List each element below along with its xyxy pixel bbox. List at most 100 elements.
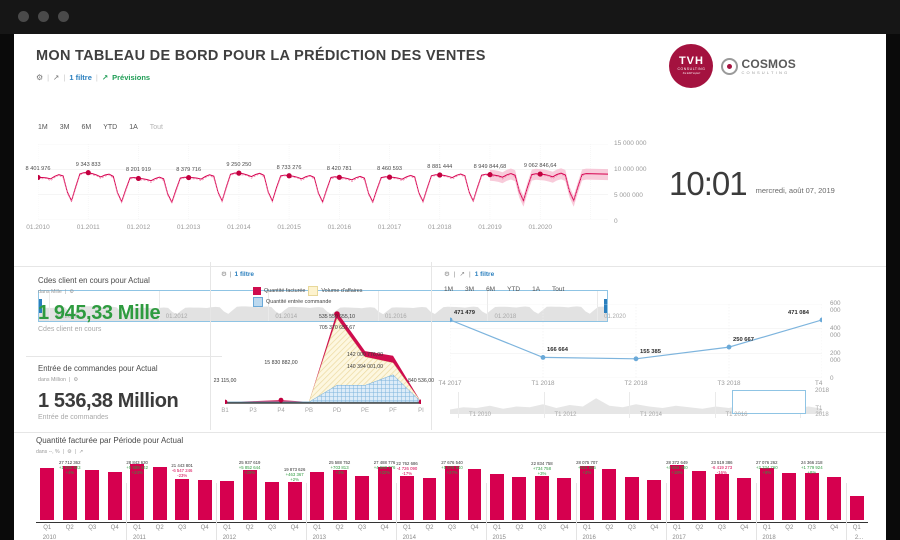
- bar[interactable]: [422, 477, 437, 520]
- forecast-y-tick: 15 000 000: [614, 140, 647, 147]
- bar[interactable]: [624, 477, 639, 520]
- bar[interactable]: [242, 469, 257, 520]
- bar[interactable]: [602, 469, 617, 520]
- filter-link[interactable]: 1 filtre: [69, 73, 92, 82]
- kpi-card-orders: Cdes client en cours pour Actual dans Mi…: [38, 276, 234, 333]
- area-x-tick: P4: [277, 408, 285, 414]
- forecast-x-tick: 01.2017: [377, 224, 402, 231]
- range-ytd[interactable]: YTD: [507, 286, 520, 293]
- bar[interactable]: [827, 476, 842, 520]
- bar-year-tick: 2...: [854, 535, 864, 540]
- bar[interactable]: [107, 472, 122, 520]
- forecast-point-label: 8 379 716: [176, 166, 202, 173]
- bar-year-divider: [575, 483, 577, 540]
- range-6m[interactable]: 6M: [81, 124, 91, 131]
- expand-icon[interactable]: ↗: [53, 73, 59, 82]
- legend-item[interactable]: Quantité facturée Volume d'affaires: [253, 286, 429, 296]
- area-data-label: 140 394 001,00: [346, 364, 384, 370]
- bar[interactable]: [557, 478, 572, 520]
- tvh-logo-tag: the ERP expert: [682, 72, 701, 75]
- bar[interactable]: [175, 478, 190, 520]
- bar-data-label: 25 937 619 +5 852 644 +29%: [238, 460, 261, 475]
- area-toolbar-separator: |: [229, 270, 232, 278]
- area-x-tick: P3: [249, 408, 257, 414]
- toolbar-separator: |: [47, 73, 50, 82]
- bar-year-divider: [305, 483, 307, 540]
- bar[interactable]: [782, 473, 797, 520]
- gear-icon[interactable]: ⚙: [69, 289, 74, 295]
- bar[interactable]: [737, 478, 752, 520]
- maximize-dot[interactable]: [58, 11, 69, 22]
- bar[interactable]: [197, 479, 212, 520]
- bar-year-divider: [845, 483, 847, 540]
- range-ytd[interactable]: YTD: [103, 124, 117, 131]
- bar-quarter-tick: Q2: [335, 525, 344, 531]
- bar[interactable]: [310, 471, 325, 520]
- bar-quarter-tick: Q1: [492, 525, 501, 531]
- bars-unit: dans --, %: [36, 449, 60, 455]
- bar[interactable]: [265, 482, 280, 520]
- bar-data-label: 24 366 218 +1 779 924 +8%: [800, 460, 823, 475]
- gear-icon[interactable]: ⚙: [36, 73, 43, 82]
- range-1m[interactable]: 1M: [38, 124, 48, 131]
- quarterly-navigator-gridline: [543, 392, 545, 418]
- range-tout[interactable]: Tout: [150, 124, 163, 131]
- expand-icon[interactable]: ↗: [460, 270, 465, 278]
- legend-item[interactable]: Quantité entrée commande: [253, 297, 429, 307]
- area-filter-link[interactable]: 1 filtre: [235, 271, 255, 278]
- bar[interactable]: [40, 468, 55, 520]
- forecast-range-selector[interactable]: 1M 3M 6M YTD 1A Tout: [38, 124, 163, 131]
- bar-quarter-tick: Q4: [200, 525, 209, 531]
- range-1a[interactable]: 1A: [532, 286, 540, 293]
- forecast-link[interactable]: Prévisions: [112, 73, 150, 82]
- range-6m[interactable]: 6M: [486, 286, 495, 293]
- bar-year-divider: [125, 483, 127, 540]
- legend-swatch: [253, 297, 263, 307]
- bar[interactable]: [355, 476, 370, 520]
- bar[interactable]: [647, 479, 662, 520]
- bar[interactable]: [490, 473, 504, 520]
- range-1m[interactable]: 1M: [444, 286, 453, 293]
- quarterly-navigator[interactable]: T1 2010 T1 2012 T1 2014 T1 2016 T1 2018: [450, 390, 829, 418]
- bar[interactable]: [85, 469, 100, 520]
- bar[interactable]: [849, 495, 864, 520]
- bar[interactable]: [714, 474, 729, 520]
- gear-icon[interactable]: ⚙: [444, 270, 450, 278]
- quarterly-range-selector[interactable]: 1M 3M 6M YTD 1A Tout: [444, 286, 564, 293]
- bar[interactable]: [759, 467, 774, 520]
- gear-icon[interactable]: ⚙: [73, 377, 78, 383]
- bar[interactable]: [467, 468, 482, 520]
- quarterly-navigator-selection[interactable]: [732, 390, 806, 414]
- bar[interactable]: [400, 475, 414, 520]
- bar-data-label: 21 443 801 -6 547 246 -23%: [171, 463, 193, 479]
- bar-quarter-tick: Q4: [830, 525, 839, 531]
- range-1a[interactable]: 1A: [129, 124, 138, 131]
- logo-group: TVH CONSULTING the ERP expert COSMOS CON…: [669, 44, 796, 88]
- range-tout[interactable]: Tout: [552, 286, 564, 293]
- minimize-dot[interactable]: [38, 11, 49, 22]
- gear-icon[interactable]: ⚙: [67, 449, 72, 455]
- bar[interactable]: [534, 475, 549, 520]
- bar-quarter-tick: Q3: [627, 525, 636, 531]
- expand-icon[interactable]: ↗: [79, 449, 83, 455]
- area-x-tick: PF: [389, 408, 397, 414]
- bar[interactable]: [287, 481, 302, 520]
- forecast-x-tick: 01.2015: [277, 224, 301, 231]
- bar[interactable]: [220, 481, 235, 520]
- gear-icon[interactable]: ⚙: [221, 270, 227, 278]
- bar-year-divider: [755, 483, 757, 540]
- quarterly-filter-link[interactable]: 1 filtre: [475, 271, 495, 278]
- bar[interactable]: [804, 472, 819, 520]
- close-dot[interactable]: [18, 11, 29, 22]
- bar[interactable]: [692, 470, 707, 520]
- bar[interactable]: [332, 470, 347, 520]
- window-controls[interactable]: [18, 11, 69, 22]
- range-3m[interactable]: 3M: [60, 124, 70, 131]
- cosmos-logo-name: COSMOS: [741, 56, 796, 71]
- bar-data-label: 27 076 262 +2 334 760 +9%: [755, 460, 778, 475]
- quarterly-data-label: 250 667: [733, 337, 754, 344]
- range-3m[interactable]: 3M: [465, 286, 474, 293]
- bar[interactable]: [512, 477, 527, 520]
- bar[interactable]: [152, 466, 167, 520]
- kpi-orders-value: 1 945,33 Mille: [38, 302, 161, 324]
